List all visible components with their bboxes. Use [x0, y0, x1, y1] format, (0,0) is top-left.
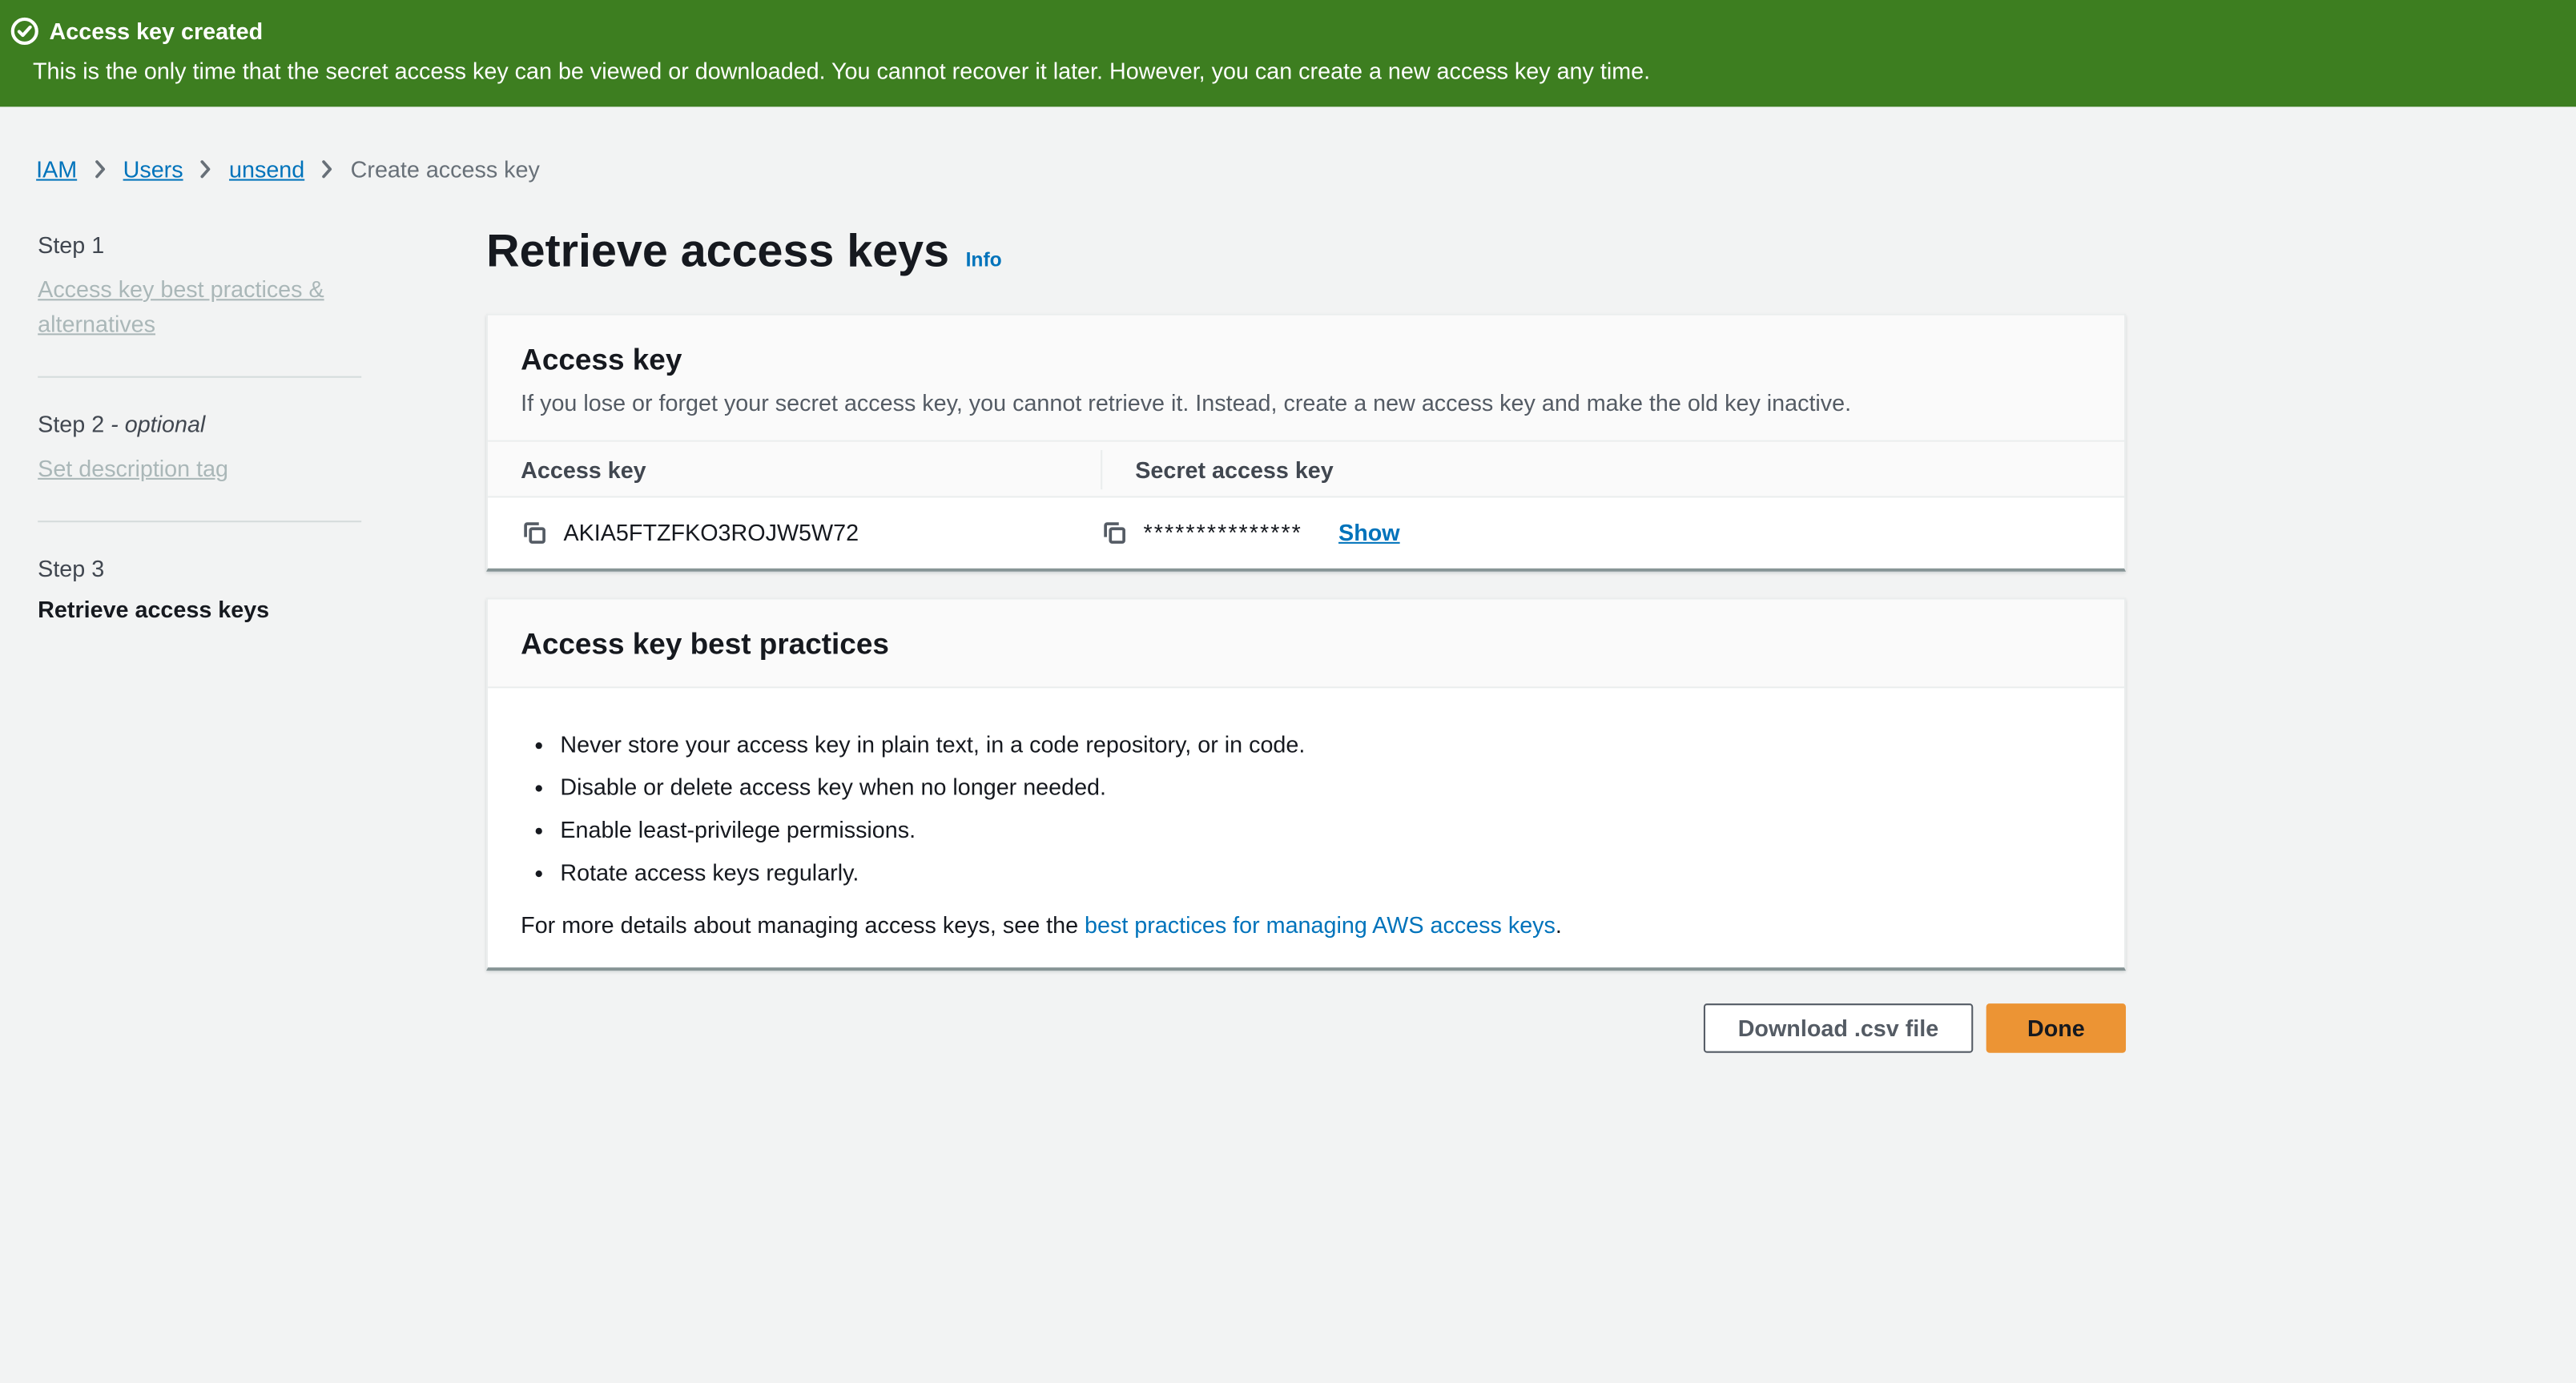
- breadcrumb-link-users[interactable]: Users: [123, 156, 183, 183]
- column-header-access-key: Access key: [488, 456, 1068, 482]
- copy-secret-key-button[interactable]: [1101, 519, 1127, 545]
- access-key-id-value: AKIA5FTZFKO3ROJW5W72: [563, 519, 859, 545]
- step-3-current-title: Retrieve access keys: [38, 597, 361, 623]
- breadcrumb-link-user[interactable]: unsend: [229, 156, 304, 183]
- best-practices-list: Never store your access key in plain tex…: [521, 728, 2091, 889]
- access-key-card-header: Access key If you lose or forget your se…: [488, 316, 2124, 442]
- banner-description: This is the only time that the secret ac…: [33, 58, 2543, 84]
- step-2-label: Step 2 - optional: [38, 411, 361, 437]
- copy-icon: [1101, 519, 1127, 545]
- breadcrumb-current: Create access key: [351, 156, 540, 183]
- done-button[interactable]: Done: [1986, 1003, 2126, 1053]
- chevron-right-icon: [198, 159, 215, 179]
- column-header-secret-access-key: Secret access key: [1101, 449, 1334, 488]
- access-key-card-title: Access key: [521, 344, 2091, 378]
- copy-access-key-button[interactable]: [521, 519, 547, 545]
- breadcrumb-link-iam[interactable]: IAM: [36, 156, 77, 183]
- chevron-right-icon: [320, 159, 336, 179]
- page-title: Retrieve access keys: [486, 222, 949, 281]
- step-2-optional-label: - optional: [111, 411, 205, 437]
- page: Access key created This is the only time…: [0, 0, 2576, 1383]
- best-practices-card: Access key best practices Never store yo…: [486, 598, 2126, 971]
- wizard-step-3: Step 3 Retrieve access keys: [38, 555, 361, 622]
- copy-icon: [521, 519, 547, 545]
- wizard-step-1: Step 1 Access key best practices & alter…: [38, 231, 361, 341]
- check-circle-icon: [10, 17, 39, 46]
- secret-key-masked-value: ***************: [1144, 519, 1302, 545]
- success-banner: Access key created This is the only time…: [0, 0, 2576, 107]
- list-item: Rotate access keys regularly.: [560, 856, 2091, 889]
- best-practices-card-body: Never store your access key in plain tex…: [488, 688, 2124, 967]
- access-key-card: Access key If you lose or forget your se…: [486, 314, 2126, 572]
- banner-title: Access key created: [50, 18, 264, 45]
- best-practices-link[interactable]: best practices for managing AWS access k…: [1085, 911, 1556, 938]
- access-key-card-description: If you lose or forget your secret access…: [521, 389, 2091, 416]
- list-item: Disable or delete access key when no lon…: [560, 770, 2091, 803]
- table-header-row: Access key Secret access key: [488, 442, 2124, 498]
- show-secret-link[interactable]: Show: [1338, 519, 1400, 545]
- main-content: Retrieve access keys Info Access key If …: [486, 222, 2126, 1053]
- wizard-steps-sidebar: Step 1 Access key best practices & alter…: [38, 222, 361, 622]
- step-2-link[interactable]: Set description tag: [38, 455, 228, 481]
- table-row: AKIA5FTZFKO3ROJW5W72: [488, 497, 2124, 568]
- step-1-link[interactable]: Access key best practices & alternatives: [38, 276, 324, 337]
- best-practices-footer: For more details about managing access k…: [521, 908, 2091, 941]
- best-practices-card-header: Access key best practices: [488, 600, 2124, 689]
- download-csv-button[interactable]: Download .csv file: [1704, 1003, 1974, 1053]
- breadcrumb: IAM Users unsend Create access key: [36, 156, 2576, 183]
- info-link[interactable]: Info: [966, 248, 1002, 271]
- list-item: Enable least-privilege permissions.: [560, 813, 2091, 846]
- sidebar-divider: [38, 376, 361, 378]
- chevron-right-icon: [92, 159, 109, 179]
- step-1-label: Step 1: [38, 231, 361, 258]
- wizard-actions: Download .csv file Done: [486, 1003, 2126, 1053]
- best-practices-card-title: Access key best practices: [521, 627, 2091, 661]
- step-3-label: Step 3: [38, 555, 361, 581]
- sidebar-divider: [38, 521, 361, 522]
- wizard-step-2: Step 2 - optional Set description tag: [38, 411, 361, 486]
- list-item: Never store your access key in plain tex…: [560, 728, 2091, 761]
